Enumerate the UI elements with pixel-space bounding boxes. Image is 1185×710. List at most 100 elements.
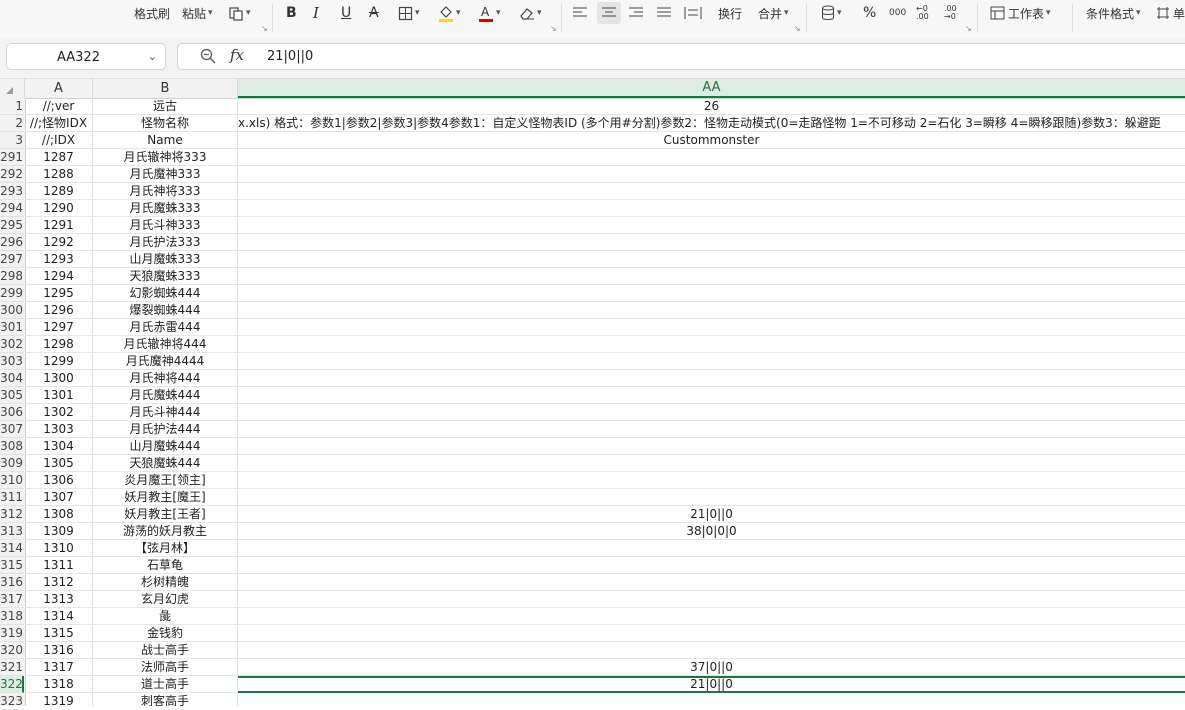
cell-aa[interactable] xyxy=(238,336,1185,352)
cell-aa[interactable] xyxy=(238,472,1185,488)
borders-button[interactable]: ▾ xyxy=(398,2,420,24)
row-header[interactable]: 299 xyxy=(0,285,24,302)
formula-input[interactable]: fx 21|0||0 xyxy=(177,43,1185,70)
cell-a[interactable]: 1296 xyxy=(25,302,93,318)
strikethrough-button[interactable]: A xyxy=(369,2,379,24)
align-left-button[interactable] xyxy=(572,2,588,24)
cell-aa[interactable] xyxy=(238,625,1185,641)
cell-b[interactable]: 怪物名称 xyxy=(93,115,238,131)
cell-b[interactable]: 法师高手 xyxy=(93,659,238,675)
row-header[interactable]: 294 xyxy=(0,200,24,217)
cell-b[interactable]: 月氏辙神将333 xyxy=(93,149,238,165)
cell-b[interactable]: 【弦月林】 xyxy=(93,540,238,556)
cell-b[interactable]: 月氏魔蛛444 xyxy=(93,387,238,403)
row-header[interactable]: 314 xyxy=(0,540,24,557)
cell-aa[interactable] xyxy=(238,217,1185,233)
cell-b[interactable]: 月氏辙神将444 xyxy=(93,336,238,352)
cell-aa[interactable] xyxy=(238,591,1185,607)
cell-b[interactable]: 月氏护法333 xyxy=(93,234,238,250)
alignment-launcher-icon[interactable]: ↘ xyxy=(794,24,801,33)
cell-b[interactable]: 远古 xyxy=(93,98,238,114)
cell-aa[interactable] xyxy=(238,387,1185,403)
cell-aa[interactable] xyxy=(238,540,1185,556)
font-launcher-icon[interactable]: ↘ xyxy=(550,24,557,33)
row-header[interactable]: 298 xyxy=(0,268,24,285)
cell-aa[interactable] xyxy=(238,285,1185,301)
cell-a[interactable]: 1307 xyxy=(25,489,93,505)
cell-aa[interactable]: 37|0||0 xyxy=(238,659,1185,675)
fill-color-button[interactable]: ▾ xyxy=(438,2,461,24)
row-header[interactable]: 307 xyxy=(0,421,24,438)
paste-options-button[interactable]: ▾ xyxy=(228,2,251,24)
cell-a[interactable]: 1293 xyxy=(25,251,93,267)
cell-a[interactable]: 1308 xyxy=(25,506,93,522)
cell-aa[interactable] xyxy=(238,353,1185,369)
cell-a[interactable]: 1305 xyxy=(25,455,93,471)
cell-b[interactable]: 月氏护法444 xyxy=(93,421,238,437)
row-header[interactable]: 305 xyxy=(0,387,24,404)
row-header[interactable]: 316 xyxy=(0,574,24,591)
cell-aa[interactable] xyxy=(238,557,1185,573)
worksheet-button[interactable]: 工作表 ▾ xyxy=(990,2,1051,24)
cell-a[interactable]: 1318 xyxy=(25,676,93,692)
cell-aa[interactable] xyxy=(238,319,1185,335)
cell-b[interactable]: 月氏神将333 xyxy=(93,183,238,199)
cell-b[interactable]: 彘 xyxy=(93,608,238,624)
cell-b[interactable]: 幻影蜘蛛444 xyxy=(93,285,238,301)
column-header-b[interactable]: B xyxy=(93,79,238,98)
increase-decimal-button[interactable]: ←0 .00 xyxy=(916,2,938,24)
cell-a[interactable]: 1294 xyxy=(25,268,93,284)
cell-a[interactable]: 1288 xyxy=(25,166,93,182)
zoom-icon[interactable] xyxy=(200,48,216,68)
row-header[interactable]: 321 xyxy=(0,659,24,676)
cell-aa[interactable] xyxy=(238,642,1185,658)
cell-aa[interactable] xyxy=(238,234,1185,250)
row-header[interactable]: 319 xyxy=(0,625,24,642)
cell-aa[interactable]: 26 xyxy=(238,98,1185,114)
cell-aa[interactable] xyxy=(238,608,1185,624)
cell-aa[interactable] xyxy=(238,421,1185,437)
cell-b[interactable]: 金钱豹 xyxy=(93,625,238,641)
row-header[interactable]: 295 xyxy=(0,217,24,234)
cell-a[interactable]: 1316 xyxy=(25,642,93,658)
cell-a[interactable]: 1300 xyxy=(25,370,93,386)
row-header[interactable]: 297 xyxy=(0,251,24,268)
cell-aa[interactable] xyxy=(238,149,1185,165)
cell-a[interactable]: 1287 xyxy=(25,149,93,165)
clipboard-launcher-icon[interactable]: ↘ xyxy=(261,24,268,33)
percent-button[interactable]: % xyxy=(863,2,876,24)
cell-b[interactable]: 游荡的妖月教主 xyxy=(93,523,238,539)
cell-b[interactable]: 山月魔蛛444 xyxy=(93,438,238,454)
row-header[interactable]: 310 xyxy=(0,472,24,489)
cell-a[interactable]: 1295 xyxy=(25,285,93,301)
row-header[interactable]: 323 xyxy=(0,693,24,710)
cell-aa[interactable]: 21|0||0 xyxy=(238,506,1185,522)
cell-b[interactable]: 月氏赤雷444 xyxy=(93,319,238,335)
cell-b[interactable]: 玄月幻虎 xyxy=(93,591,238,607)
cell-a[interactable]: 1315 xyxy=(25,625,93,641)
merge-button[interactable]: 合并 ▾ xyxy=(758,2,789,24)
underline-button[interactable]: U xyxy=(341,2,351,24)
cell-aa[interactable] xyxy=(238,302,1185,318)
cell-aa[interactable]: x.xls) 格式：参数1|参数2|参数3|参数4参数1：自定义怪物表ID (多… xyxy=(238,115,1185,131)
cell-b[interactable]: 战士高手 xyxy=(93,642,238,658)
cell-a[interactable]: 1297 xyxy=(25,319,93,335)
cell-a[interactable]: 1304 xyxy=(25,438,93,454)
cell-b[interactable]: 炎月魔王[领主] xyxy=(93,472,238,488)
cell-a[interactable]: //;怪物IDX xyxy=(25,115,93,131)
italic-button[interactable]: I xyxy=(313,2,319,24)
row-header[interactable]: 293 xyxy=(0,183,24,200)
chevron-down-icon[interactable]: ⌄ xyxy=(148,50,157,63)
row-header[interactable]: 313 xyxy=(0,523,24,540)
cell-b[interactable]: 妖月教主[王者] xyxy=(93,506,238,522)
cell-aa[interactable] xyxy=(238,404,1185,420)
row-header[interactable]: 300 xyxy=(0,302,24,319)
row-header[interactable]: 3 xyxy=(0,132,24,149)
cell-a[interactable]: 1319 xyxy=(25,693,93,706)
row-header[interactable]: 292 xyxy=(0,166,24,183)
cell-aa[interactable] xyxy=(238,183,1185,199)
cell-b[interactable]: 妖月教主[魔王] xyxy=(93,489,238,505)
row-header[interactable]: 308 xyxy=(0,438,24,455)
row-header[interactable]: 1 xyxy=(0,98,24,115)
conditional-format-button[interactable]: 条件格式 ▾ xyxy=(1086,2,1141,24)
